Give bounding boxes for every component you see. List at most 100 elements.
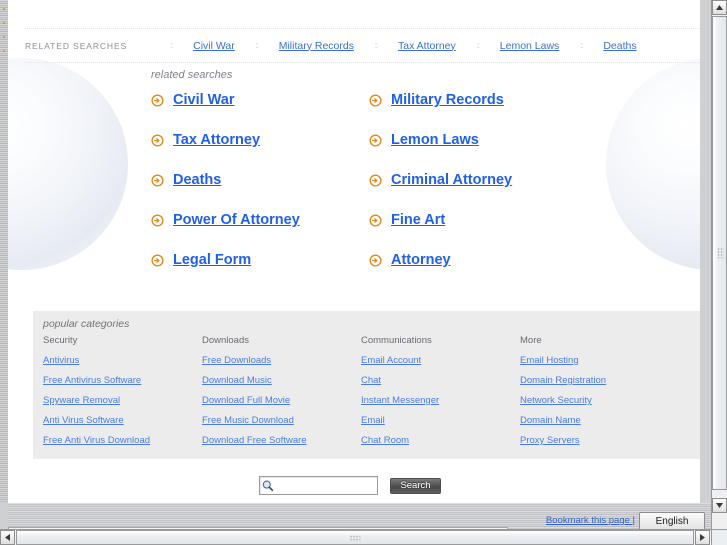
column-heading: More: [520, 335, 542, 346]
category-link[interactable]: Email Account: [361, 355, 520, 366]
scroll-right-button[interactable]: [695, 530, 710, 545]
related-link-item[interactable]: Tax Attorney: [151, 132, 369, 148]
category-link[interactable]: Download Full Movie: [202, 395, 361, 406]
related-link-label[interactable]: Attorney: [391, 252, 451, 268]
category-link[interactable]: Free Downloads: [202, 355, 361, 366]
related-link-item[interactable]: Deaths: [151, 172, 369, 188]
arrow-circle-right-icon: [369, 174, 382, 187]
link-row: Legal Form Attorney: [151, 252, 621, 292]
triangle-up-icon: [716, 5, 723, 10]
arrow-circle-right-icon: [151, 94, 164, 107]
browser-window: RELATED SEARCHES :: Civil War :: Militar…: [0, 0, 727, 545]
category-link[interactable]: Domain Registration: [520, 375, 679, 386]
related-link-label[interactable]: Military Records: [391, 92, 504, 108]
popular-column-security: Security Antivirus Free Antivirus Softwa…: [43, 335, 202, 455]
popular-categories-panel: popular categories Security Antivirus Fr…: [33, 311, 700, 459]
arrow-circle-right-icon: [151, 174, 164, 187]
arrow-circle-right-icon: [151, 214, 164, 227]
category-link[interactable]: Proxy Servers: [520, 435, 679, 446]
related-link-label[interactable]: Fine Art: [391, 212, 445, 228]
arrow-circle-right-icon: [369, 94, 382, 107]
category-link[interactable]: Anti Virus Software: [43, 415, 202, 426]
related-link-item[interactable]: Civil War: [151, 92, 369, 108]
popular-column-communications: Communications Email Account Chat Instan…: [361, 335, 520, 455]
category-link[interactable]: Download Music: [202, 375, 361, 386]
link-row: Civil War Military Records: [151, 92, 621, 132]
category-link[interactable]: Chat: [361, 375, 520, 386]
arrow-circle-right-icon: [369, 214, 382, 227]
popular-column-downloads: Downloads Free Downloads Download Music …: [202, 335, 361, 455]
scroll-up-button[interactable]: [712, 0, 727, 15]
separator-dots: ::: [580, 40, 583, 50]
link-row: Deaths Criminal Attorney: [151, 172, 621, 212]
scroll-down-button[interactable]: [712, 498, 727, 513]
related-link-label[interactable]: Tax Attorney: [173, 132, 260, 148]
related-link-label[interactable]: Deaths: [173, 172, 221, 188]
category-link[interactable]: Domain Name: [520, 415, 679, 426]
triangle-down-icon: [716, 503, 723, 508]
related-link-label[interactable]: Civil War: [173, 92, 235, 108]
arrow-circle-right-icon: [369, 134, 382, 147]
triangle-right-icon: [700, 534, 705, 541]
related-bar-link-lemon-laws[interactable]: Lemon Laws: [500, 40, 560, 52]
category-link[interactable]: Download Free Software: [202, 435, 361, 446]
separator-dots: ::: [476, 40, 480, 50]
related-link-item[interactable]: Criminal Attorney: [369, 172, 587, 188]
category-link[interactable]: Network Security: [520, 395, 679, 406]
horizontal-scrollbar[interactable]: [0, 529, 711, 545]
search-field[interactable]: [259, 476, 378, 495]
popular-categories-heading: popular categories: [43, 318, 130, 330]
search-button[interactable]: Search: [390, 477, 441, 494]
separator-dots: ::: [169, 40, 173, 50]
related-link-item[interactable]: Fine Art: [369, 212, 587, 228]
category-link[interactable]: Email Hosting: [520, 355, 679, 366]
related-bar-link-tax-attorney[interactable]: Tax Attorney: [398, 40, 456, 52]
category-link[interactable]: Chat Room: [361, 435, 520, 446]
related-bar-link-civil-war[interactable]: Civil War: [193, 40, 235, 52]
separator-dots: ::: [374, 40, 378, 50]
column-heading: Security: [43, 335, 78, 346]
category-link[interactable]: Instant Messenger: [361, 395, 520, 406]
category-link[interactable]: Free Antivirus Software: [43, 375, 202, 386]
related-link-item[interactable]: Power Of Attorney: [151, 212, 369, 228]
vertical-scroll-thumb[interactable]: [712, 16, 727, 490]
footer-band: Bookmark this page | English: [8, 503, 711, 531]
triangle-left-icon: [5, 534, 10, 541]
related-bar-link-deaths[interactable]: Deaths: [603, 40, 636, 52]
separator-dots: ::: [255, 40, 258, 50]
arrow-circle-right-icon: [151, 254, 164, 267]
horizontal-scroll-thumb[interactable]: [16, 530, 694, 545]
link-row: Tax Attorney Lemon Laws: [151, 132, 621, 172]
related-searches-links: Civil War Military Records Tax Attorney …: [151, 92, 621, 292]
page-content: RELATED SEARCHES :: Civil War :: Militar…: [8, 0, 700, 503]
category-link[interactable]: Spyware Removal: [43, 395, 202, 406]
scroll-grip-icon: [349, 535, 361, 542]
related-searches-label: RELATED SEARCHES: [25, 40, 128, 51]
related-bar-link-military-records[interactable]: Military Records: [279, 40, 354, 52]
search-form: Search: [259, 476, 441, 495]
window-left-edge: [0, 0, 8, 503]
related-link-item[interactable]: Lemon Laws: [369, 132, 587, 148]
column-heading: Downloads: [202, 335, 249, 346]
related-link-item[interactable]: Legal Form: [151, 252, 369, 268]
related-link-label[interactable]: Power Of Attorney: [173, 212, 300, 228]
category-link[interactable]: Free Music Download: [202, 415, 361, 426]
link-row: Power Of Attorney Fine Art: [151, 212, 621, 252]
magnifier-icon: [262, 480, 274, 491]
related-searches-heading: related searches: [151, 69, 233, 81]
related-link-label[interactable]: Lemon Laws: [391, 132, 479, 148]
related-link-label[interactable]: Criminal Attorney: [391, 172, 512, 188]
column-heading: Communications: [361, 335, 432, 346]
category-link[interactable]: Email: [361, 415, 520, 426]
arrow-circle-right-icon: [151, 134, 164, 147]
bookmark-this-page-link[interactable]: Bookmark this page |: [546, 515, 635, 526]
related-link-label[interactable]: Legal Form: [173, 252, 251, 268]
related-link-item[interactable]: Attorney: [369, 252, 587, 268]
vertical-scrollbar[interactable]: [711, 0, 727, 529]
scroll-left-button[interactable]: [0, 530, 15, 545]
related-link-item[interactable]: Military Records: [369, 92, 587, 108]
related-searches-bar: RELATED SEARCHES :: Civil War :: Militar…: [25, 28, 700, 63]
search-input[interactable]: [275, 478, 371, 493]
category-link[interactable]: Free Anti Virus Download: [43, 435, 202, 446]
category-link[interactable]: Antivirus: [43, 355, 202, 366]
